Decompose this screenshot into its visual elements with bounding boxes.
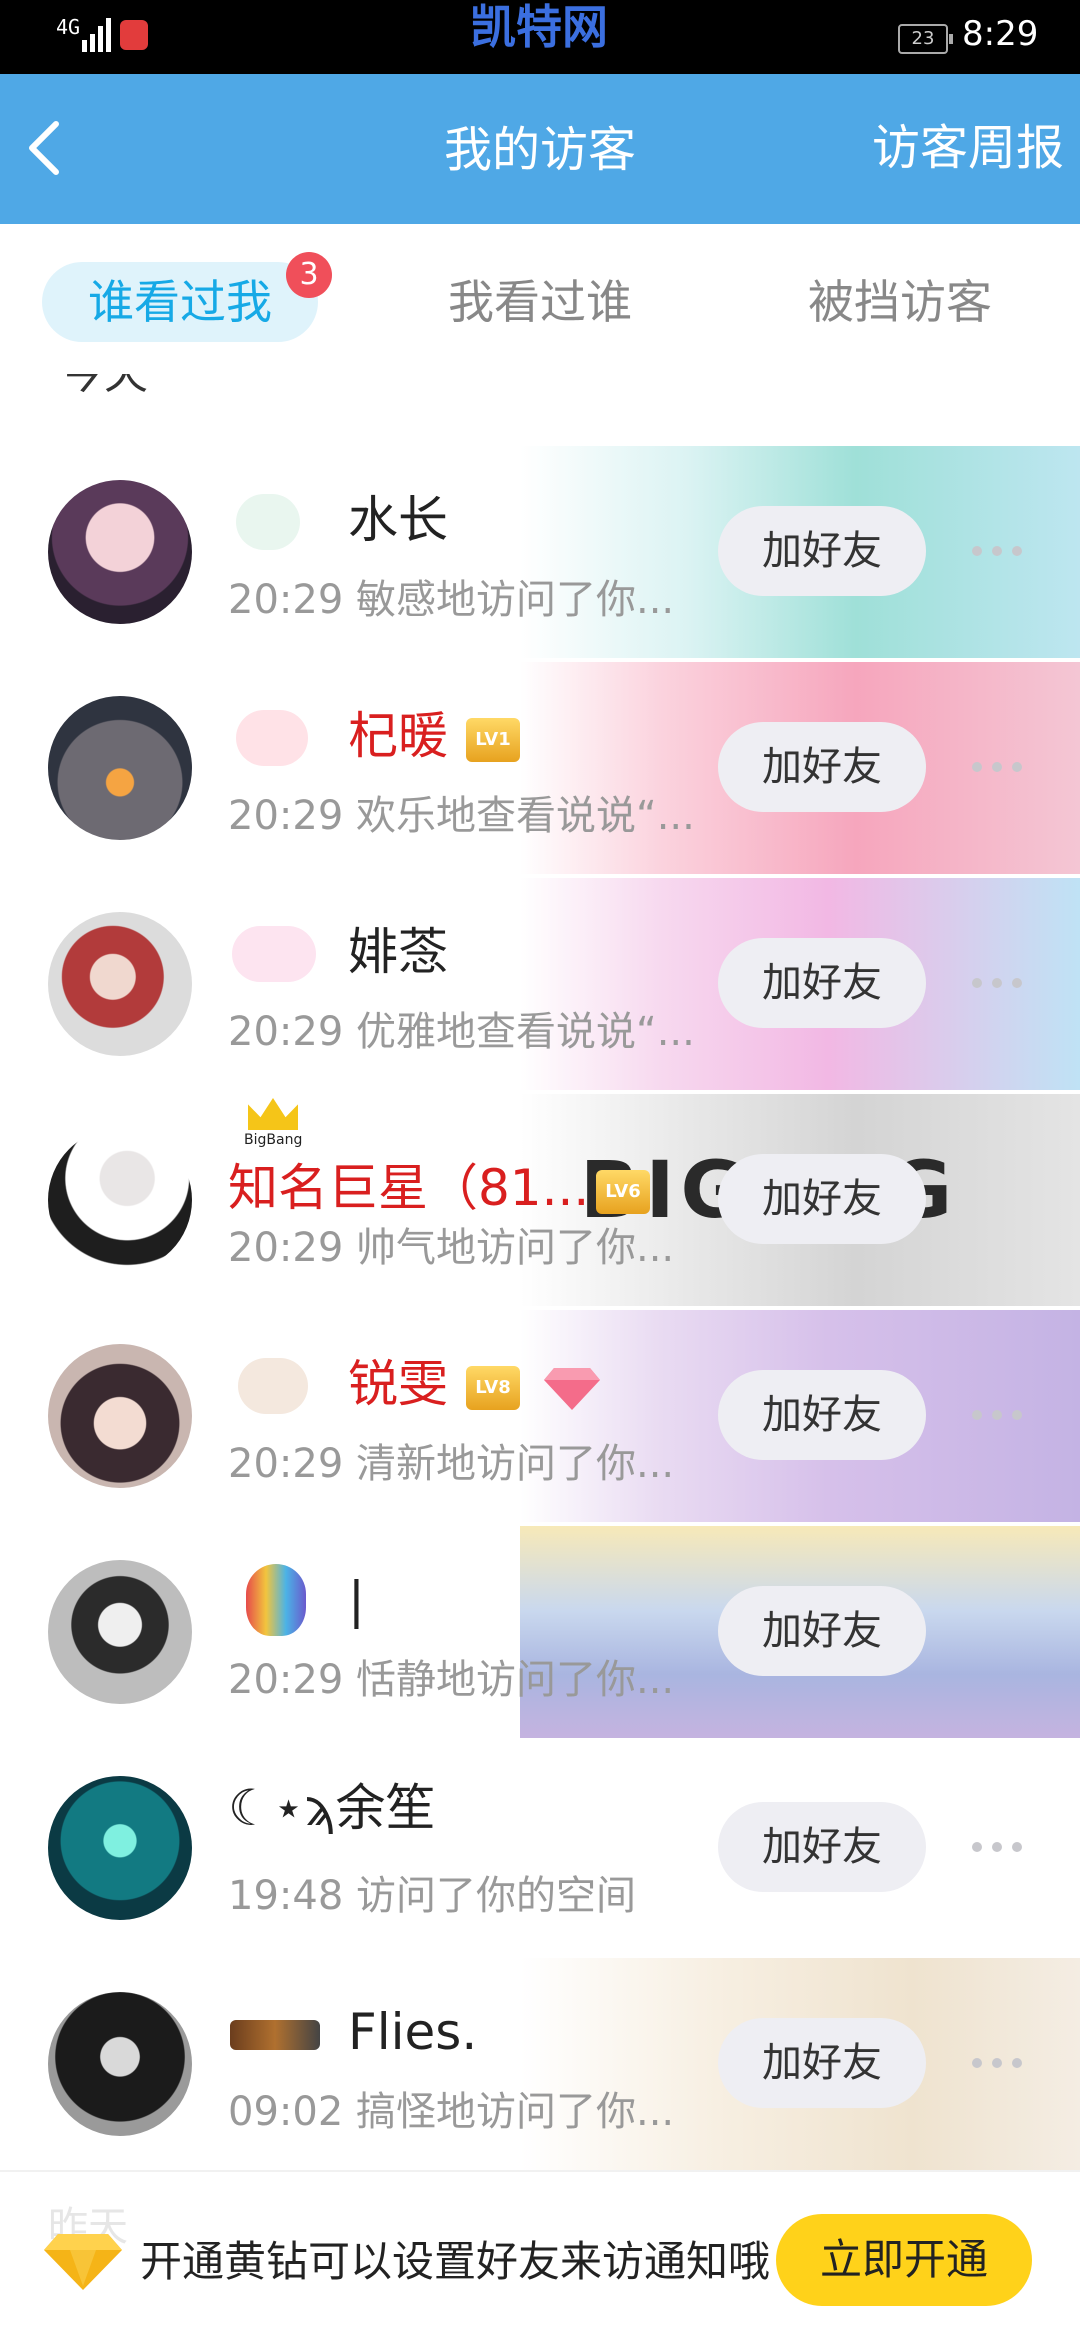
visit-action: 欢乐地查看说说“... — [356, 793, 695, 839]
open-now-button[interactable]: 立即开通 — [776, 2214, 1032, 2306]
visit-time: 19:48 — [228, 1873, 344, 1919]
more-icon[interactable] — [972, 2058, 1024, 2068]
network-type: 4G — [56, 15, 81, 39]
watermark: 凯特网 — [470, 0, 608, 54]
visitor-name: ☾⋆ϡ余笙 — [228, 1779, 436, 1837]
avatar — [48, 1128, 192, 1272]
visit-action: 优雅地查看说说“... — [356, 1009, 695, 1055]
tab-label: 被挡访客 — [808, 275, 992, 329]
promo-text: 开通黄钻可以设置好友来访通知哦 — [140, 2237, 771, 2286]
weekly-report-button[interactable]: 访客周报 — [872, 118, 1064, 178]
status-bar: 4G 凯特网 23 8:29 — [0, 0, 1080, 74]
more-icon[interactable] — [972, 1842, 1024, 1852]
avatar — [48, 1776, 192, 1920]
add-friend-button[interactable]: 加好友 — [718, 1154, 926, 1244]
visitor-name: 水长 — [348, 491, 448, 549]
bigbang-label: BigBang — [244, 1132, 303, 1148]
tab-blocked-visitors[interactable]: 被挡访客 — [760, 262, 1040, 342]
visitor-name: 杞暖 — [348, 707, 448, 765]
visit-time: 09:02 — [228, 2089, 344, 2135]
nav-bar: 我的访客 访客周报 — [0, 74, 1080, 224]
yellow-diamond-icon — [44, 2234, 122, 2290]
list-item[interactable]: 锐雯 LV8 20:29 清新地访问了你... 加好友 — [0, 1306, 1080, 1522]
list-item[interactable]: BIG NG BigBang 知名巨星（81... LV6 20:29 帅气地访… — [0, 1090, 1080, 1306]
more-icon[interactable] — [972, 1410, 1024, 1420]
visit-time: 20:29 — [228, 1441, 344, 1487]
swan-pendant-icon — [232, 926, 316, 982]
visit-info: 20:29 清新地访问了你... — [228, 1436, 674, 1492]
clock: 8:29 — [962, 14, 1039, 54]
visitor-name: | — [348, 1571, 365, 1629]
visit-info: 20:29 帅气地访问了你... — [228, 1220, 674, 1276]
tab-label: 谁看过我 — [88, 275, 272, 329]
list-item[interactable]: 水长 20:29 敏感地访问了你... 加好友 — [0, 442, 1080, 658]
visit-action: 恬静地访问了你... — [356, 1657, 675, 1703]
avatar — [48, 696, 192, 840]
musket-pendant-icon — [230, 2020, 320, 2050]
add-friend-button[interactable]: 加好友 — [718, 506, 926, 596]
tab-who-viewed-me[interactable]: 谁看过我 3 — [42, 252, 332, 342]
app-notification-icon — [120, 20, 148, 50]
visit-time: 20:29 — [228, 793, 344, 839]
visitor-list: 水长 20:29 敏感地访问了你... 加好友 杞暖 LV1 20:29 欢乐地… — [0, 442, 1080, 2170]
avatar — [48, 1992, 192, 2136]
visit-time: 20:29 — [228, 577, 344, 623]
visit-action: 访问了你的空间 — [356, 1873, 636, 1919]
visit-info: 09:02 搞怪地访问了你... — [228, 2084, 674, 2140]
list-item[interactable]: 婔菍 20:29 优雅地查看说说“... 加好友 — [0, 874, 1080, 1090]
list-item[interactable]: | 20:29 恬静地访问了你... 加好友 — [0, 1522, 1080, 1738]
crown-icon — [248, 1098, 298, 1130]
add-friend-button[interactable]: 加好友 — [718, 938, 926, 1028]
avatar — [48, 1560, 192, 1704]
visit-info: 20:29 敏感地访问了你... — [228, 572, 674, 628]
more-icon[interactable] — [972, 546, 1024, 556]
visit-info: 20:29 欢乐地查看说说“... — [228, 788, 695, 844]
hi-pendant-icon — [236, 710, 308, 766]
avatar — [48, 480, 192, 624]
vip-level-badge: LV8 — [466, 1366, 520, 1410]
cancer-zodiac-icon — [236, 494, 300, 550]
more-icon[interactable] — [972, 978, 1024, 988]
list-item[interactable]: ☾⋆ϡ余笙 19:48 访问了你的空间 加好友 — [0, 1738, 1080, 1954]
diamond-icon — [544, 1368, 600, 1410]
visit-action: 搞怪地访问了你... — [356, 2089, 675, 2135]
visit-action: 帅气地访问了你... — [356, 1225, 675, 1271]
visitor-name: Flies. — [348, 2003, 478, 2061]
visitor-name: 锐雯 — [348, 1355, 448, 1413]
visit-info: 20:29 优雅地查看说说“... — [228, 1004, 695, 1060]
visitor-name: 婔菍 — [348, 923, 448, 981]
avatar — [48, 1344, 192, 1488]
unread-badge: 3 — [286, 252, 332, 298]
add-friend-button[interactable]: 加好友 — [718, 1802, 926, 1892]
bottle-pendant-icon — [238, 1358, 308, 1414]
vip-promo-bar: 昨天 开通黄钻可以设置好友来访通知哦 立即开通 — [0, 2170, 1080, 2342]
list-item[interactable]: 杞暖 LV1 20:29 欢乐地查看说说“... 加好友 — [0, 658, 1080, 874]
tab-label: 我看过谁 — [448, 275, 632, 329]
visitor-name: 知名巨星（81... — [228, 1159, 590, 1217]
add-friend-button[interactable]: 加好友 — [718, 2018, 926, 2108]
visit-info: 19:48 访问了你的空间 — [228, 1868, 636, 1924]
visit-time: 20:29 — [228, 1657, 344, 1703]
visit-time: 20:29 — [228, 1009, 344, 1055]
vip-level-badge: LV1 — [466, 718, 520, 762]
section-header-today: 今天 — [60, 374, 148, 404]
visit-action: 清新地访问了你... — [356, 1441, 675, 1487]
tab-who-i-viewed[interactable]: 我看过谁 — [400, 262, 680, 342]
add-friend-button[interactable]: 加好友 — [718, 1586, 926, 1676]
vip-level-badge: LV6 — [596, 1170, 650, 1214]
visit-time: 20:29 — [228, 1225, 344, 1271]
hot-air-balloon-icon — [246, 1564, 306, 1636]
list-item[interactable]: Flies. 09:02 搞怪地访问了你... 加好友 — [0, 1954, 1080, 2170]
visit-action: 敏感地访问了你... — [356, 577, 675, 623]
more-icon[interactable] — [972, 762, 1024, 772]
add-friend-button[interactable]: 加好友 — [718, 722, 926, 812]
battery-icon: 23 — [898, 24, 953, 54]
add-friend-button[interactable]: 加好友 — [718, 1370, 926, 1460]
avatar — [48, 912, 192, 1056]
tab-bar: 谁看过我 3 我看过谁 被挡访客 — [0, 224, 1080, 354]
visit-info: 20:29 恬静地访问了你... — [228, 1652, 674, 1708]
signal-icon — [82, 18, 111, 52]
